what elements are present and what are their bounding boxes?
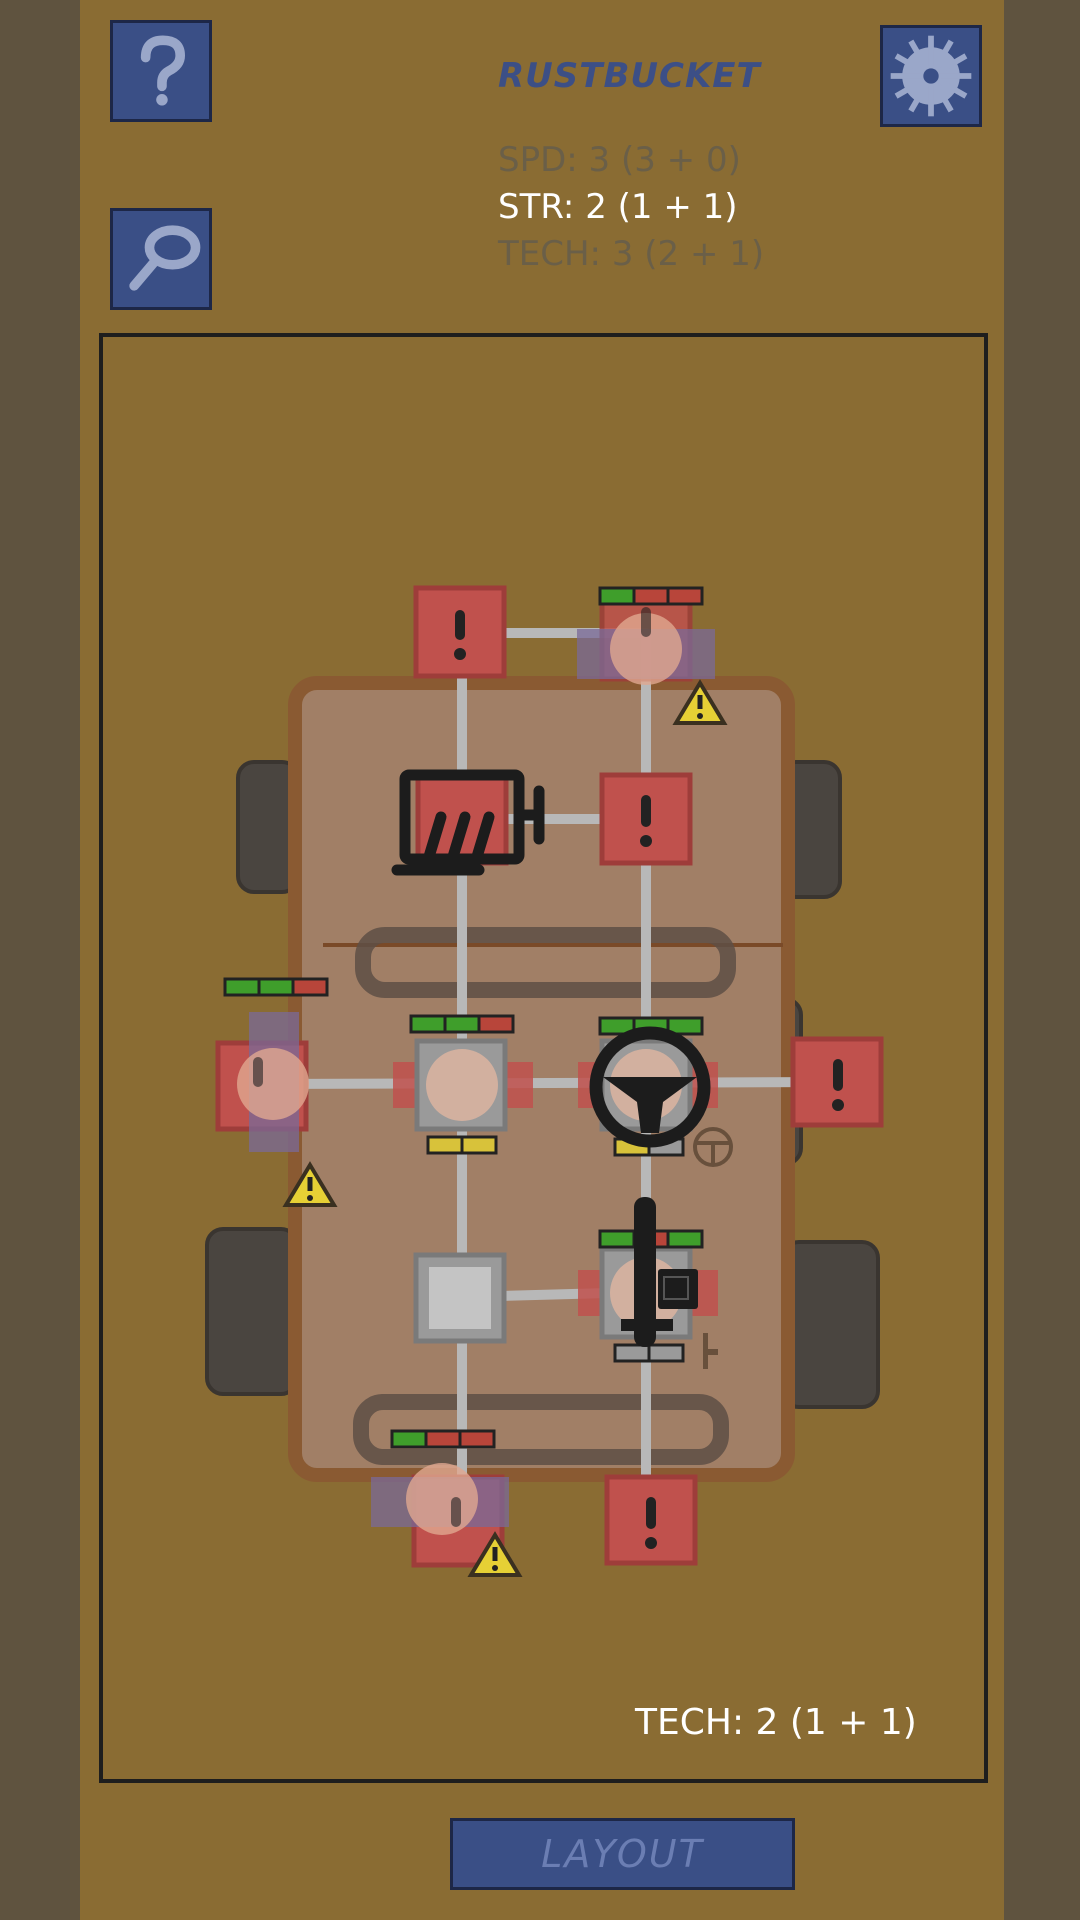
gauge-center-left [409,1014,515,1034]
alert-icon [833,1059,843,1091]
vehicle-name: RUSTBUCKET [498,56,761,96]
slot-far-right[interactable] [790,1036,884,1128]
wheel-rear-right [781,1240,880,1409]
gauge-far-left [223,977,329,997]
alert-icon [451,1497,461,1527]
alert-icon [641,795,651,827]
stat-tech: TECH: 3 (2 + 1) [498,234,765,274]
help-icon [140,35,186,106]
slot-far-left[interactable] [215,1012,309,1152]
gauge-yellow-left [426,1135,498,1155]
slot-lower-left[interactable] [413,1252,507,1344]
settings-button[interactable] [880,25,982,127]
gauge-lower-right-empty [613,1343,685,1363]
layout-button[interactable]: LAYOUT [450,1818,795,1890]
gauge-bottom-left [390,1429,496,1449]
help-button[interactable] [110,20,212,122]
stat-speed: SPD: 3 (3 + 0) [498,140,741,180]
alert-icon [253,1057,263,1087]
stat-tooltip: TECH: 2 (1 + 1) [635,1702,917,1743]
slot-top-left[interactable] [413,585,507,679]
vehicle-board: TECH: 2 (1 + 1) [99,333,988,1783]
stat-strength: STR: 2 (1 + 1) [498,187,738,227]
layout-button-label: LAYOUT [541,1832,704,1876]
vehicle-diagram [205,585,884,1577]
wheel-rear-left [205,1227,299,1396]
alert-icon [455,610,465,640]
gauge-top-right [598,586,704,606]
slot-upper-right[interactable] [599,772,693,866]
magnifier-icon [129,225,201,291]
slot-bottom-right[interactable] [604,1474,698,1566]
gear-icon [890,35,972,117]
inspect-button[interactable] [110,208,212,310]
alert-icon [641,607,651,637]
alert-icon [646,1497,656,1529]
